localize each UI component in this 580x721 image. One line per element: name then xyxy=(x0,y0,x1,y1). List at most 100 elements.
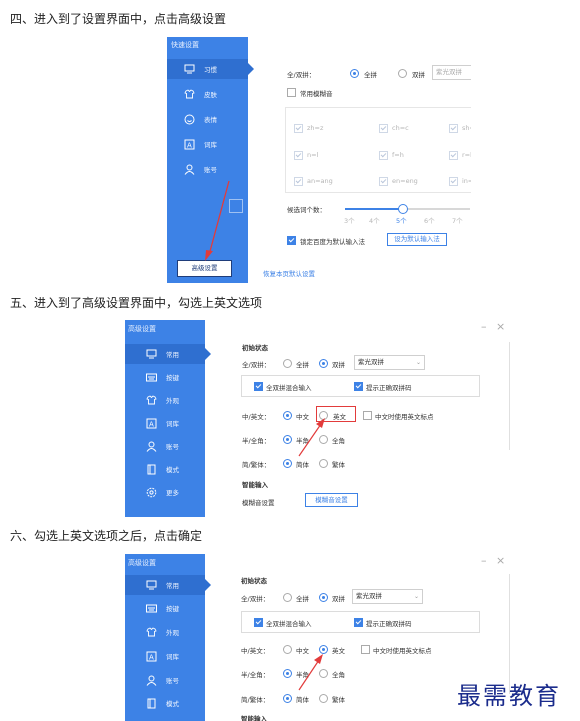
lexicon-icon: A xyxy=(145,650,157,662)
radio-traditional[interactable] xyxy=(319,459,328,468)
sidebar-item-common[interactable]: 常用 xyxy=(125,575,211,595)
sidebar-item-lexicon[interactable]: A 词库 xyxy=(167,134,217,154)
step-title-6: 六、勾选上英文选项之后，点击确定 xyxy=(10,529,203,543)
minimize-icon[interactable]: – xyxy=(481,320,487,333)
en-punct-checkbox[interactable] xyxy=(361,645,370,654)
fuzzy-item: n=l xyxy=(307,151,319,159)
hint-correct-checkbox[interactable] xyxy=(354,382,363,391)
sidebar-item-appearance[interactable]: 外观 xyxy=(125,622,179,642)
radio-simplified[interactable] xyxy=(283,694,292,703)
watermark: 最需教育 xyxy=(457,682,561,710)
double-scheme-select[interactable]: 紫光双拼 ⌄ xyxy=(352,589,423,604)
fuzzy-setting-button[interactable]: 模糊音设置 xyxy=(305,493,358,507)
radio-double[interactable] xyxy=(319,359,328,368)
radio-full[interactable] xyxy=(283,359,292,368)
sidebar-item-label: 更多 xyxy=(166,489,179,497)
radio-half-width[interactable] xyxy=(283,435,292,444)
fuzzy-item-checkbox[interactable] xyxy=(449,177,458,186)
radio-double-label: 双拼 xyxy=(332,361,345,369)
hint-correct-checkbox[interactable] xyxy=(354,618,363,627)
monitor-icon xyxy=(183,63,195,75)
sidebar-item-more[interactable]: 更多 xyxy=(125,482,179,502)
fuzzy-item-checkbox[interactable] xyxy=(294,177,303,186)
sidebar-title: 高级设置 xyxy=(128,325,156,333)
sidebar-item-mode[interactable]: 模式 xyxy=(125,693,179,713)
sidebar-item-skin[interactable]: 皮肤 xyxy=(167,84,217,104)
sidebar-item-habit[interactable]: 习惯 xyxy=(167,59,254,79)
sidebar-item-lexicon[interactable]: A 词库 xyxy=(125,646,179,666)
radio-traditional[interactable] xyxy=(319,694,328,703)
radio-full-label: 全拼 xyxy=(364,71,377,79)
sidebar-item-appearance[interactable]: 外观 xyxy=(125,390,179,410)
radio-full[interactable] xyxy=(283,593,292,602)
sidebar-item-mode[interactable]: 模式 xyxy=(125,459,179,479)
restore-default-link[interactable]: 恢复本页默认设置 xyxy=(263,268,315,278)
fuzzy-item-checkbox[interactable] xyxy=(379,177,388,186)
scrollbar[interactable] xyxy=(509,342,510,450)
sidebar-item-account[interactable]: 账号 xyxy=(167,159,217,179)
red-arrow-icon xyxy=(298,654,323,691)
set-default-button[interactable]: 设为默认输入法 xyxy=(387,233,447,246)
sidebar-item-label: 词库 xyxy=(204,141,217,149)
mixed-input-label: 全双拼混合输入 xyxy=(266,620,312,628)
shirt-icon xyxy=(145,626,157,638)
shirt-icon xyxy=(183,88,195,100)
radio-double[interactable] xyxy=(319,593,328,602)
sidebar-item-label: 常用 xyxy=(166,582,179,590)
monitor-icon xyxy=(145,348,157,360)
sidebar-item-lexicon[interactable]: A 词库 xyxy=(125,413,179,433)
lock-default-checkbox[interactable] xyxy=(287,236,296,245)
fuzzy-item: an=ang xyxy=(307,177,333,185)
sidebar-item-label: 词库 xyxy=(166,420,179,428)
hint-correct-label: 提示正确双拼码 xyxy=(366,620,412,628)
simp-trad-label: 简/繁体： xyxy=(242,461,271,469)
section-initial-state: 初始状态 xyxy=(242,344,268,352)
smiley-icon xyxy=(183,113,195,125)
hint-correct-label: 提示正确双拼码 xyxy=(366,384,412,392)
sidebar-title: 快速设置 xyxy=(171,41,199,49)
radio-double-label: 双拼 xyxy=(332,595,345,603)
fuzzy-item: sh=s xyxy=(462,124,471,132)
double-scheme-select[interactable]: 紫光双拼 ⌄ xyxy=(354,355,425,370)
fuzzy-item-checkbox[interactable] xyxy=(294,151,303,160)
sidebar-item-account[interactable]: 账号 xyxy=(125,670,179,690)
en-punct-checkbox[interactable] xyxy=(363,411,372,420)
sidebar-item-account[interactable]: 账号 xyxy=(125,436,179,456)
sidebar-item-label: 词库 xyxy=(166,653,179,661)
keyboard-icon xyxy=(145,602,157,614)
fuzzy-item-checkbox[interactable] xyxy=(379,151,388,160)
radio-double[interactable] xyxy=(398,69,407,78)
cn-en-label: 中/英文： xyxy=(242,413,271,421)
radio-chinese[interactable] xyxy=(283,411,292,420)
select-value: 紫光双拼 xyxy=(356,592,382,600)
sidebar-item-keys[interactable]: 按键 xyxy=(125,367,179,387)
sidebar-item-keys[interactable]: 按键 xyxy=(125,598,179,618)
user-icon xyxy=(145,674,157,686)
full-double-label: 全/双拼： xyxy=(242,361,271,369)
fuzzy-checkbox[interactable] xyxy=(287,88,296,97)
double-scheme-select[interactable]: 紫光双拼 xyxy=(432,65,471,80)
radio-chinese[interactable] xyxy=(283,645,292,654)
lock-default-label: 锁定百度为默认输入法 xyxy=(300,238,365,246)
mixed-input-checkbox[interactable] xyxy=(254,618,263,627)
mode-icon xyxy=(145,463,157,475)
fuzzy-item-checkbox[interactable] xyxy=(379,124,388,133)
sidebar-item-common[interactable]: 常用 xyxy=(125,344,211,364)
sidebar-item-emoji[interactable]: 表情 xyxy=(167,109,217,129)
mixed-input-checkbox[interactable] xyxy=(254,382,263,391)
minimize-icon[interactable]: – xyxy=(481,554,487,567)
slider-track[interactable] xyxy=(345,204,470,214)
radio-simplified[interactable] xyxy=(283,459,292,468)
slider-thumb[interactable] xyxy=(398,204,408,214)
mixed-input-label: 全双拼混合输入 xyxy=(266,384,312,392)
chevron-down-icon: ⌄ xyxy=(415,359,421,366)
sidebar-item-label: 按键 xyxy=(166,374,179,382)
sidebar-item-label: 模式 xyxy=(166,466,179,474)
radio-full[interactable] xyxy=(350,69,359,78)
fuzzy-item-checkbox[interactable] xyxy=(294,124,303,133)
close-icon[interactable]: × xyxy=(496,554,505,567)
close-icon[interactable]: × xyxy=(496,320,505,333)
fuzzy-item-checkbox[interactable] xyxy=(449,124,458,133)
radio-half-width[interactable] xyxy=(283,669,292,678)
fuzzy-item-checkbox[interactable] xyxy=(449,151,458,160)
